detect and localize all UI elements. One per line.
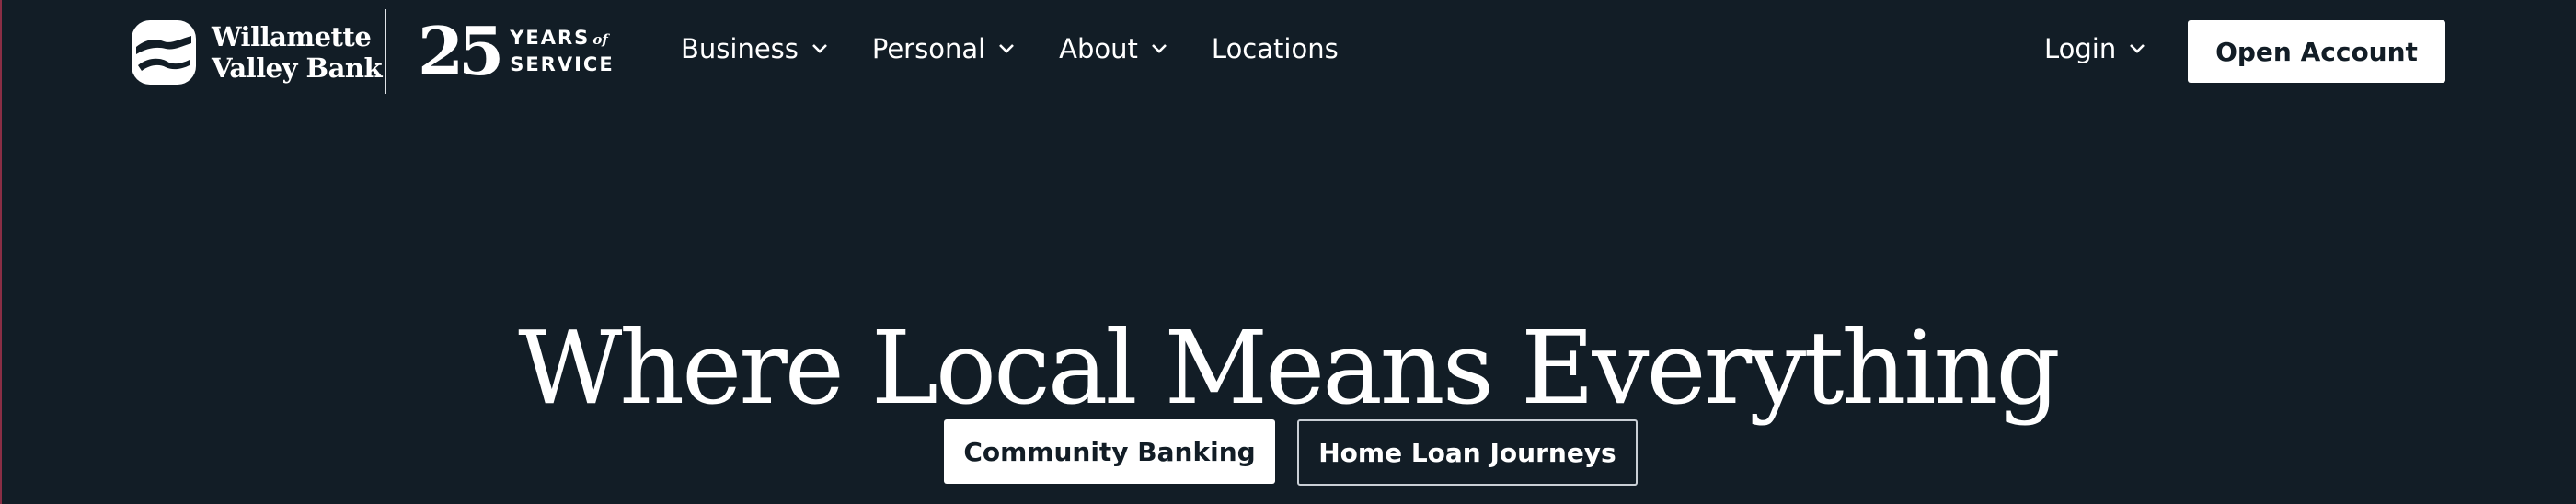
river-landscape-icon	[132, 20, 196, 85]
open-account-button[interactable]: Open Account	[2188, 20, 2445, 83]
nav-item-personal[interactable]: Personal	[872, 33, 1015, 64]
nav-item-label: About	[1059, 33, 1138, 64]
chevron-down-icon	[999, 44, 1015, 53]
home-loan-journeys-button[interactable]: Home Loan Journeys	[1297, 419, 1638, 486]
anniversary-line2: SERVICE	[510, 53, 615, 75]
anniversary-badge: 25 YEARS of SERVICE	[418, 17, 615, 86]
nav-item-label: Business	[681, 33, 799, 64]
login-label: Login	[2044, 33, 2117, 64]
site-header: Willamette Valley Bank 25 YEARS of SERVIC…	[0, 0, 2576, 101]
bank-name-line1: Willamette	[212, 21, 372, 52]
anniversary-text: YEARS of SERVICE	[510, 26, 614, 77]
nav-item-business[interactable]: Business	[681, 33, 828, 64]
nav-item-label: Locations	[1211, 33, 1339, 64]
bank-name: Willamette Valley Bank	[212, 21, 383, 84]
nav-item-locations[interactable]: Locations	[1212, 33, 1339, 64]
anniversary-line1: YEARS of	[510, 26, 614, 52]
community-banking-button[interactable]: Community Banking	[944, 419, 1275, 484]
nav-item-about[interactable]: About	[1059, 33, 1167, 64]
anniversary-years: YEARS	[510, 27, 591, 49]
hero-buttons: Community Banking Home Loan Journeys	[944, 419, 1638, 486]
nav-item-label: Personal	[871, 33, 986, 64]
chevron-down-icon	[2130, 44, 2145, 53]
chevron-down-icon	[811, 44, 827, 53]
login-dropdown[interactable]: Login	[2044, 28, 2145, 70]
anniversary-of: of	[592, 31, 608, 48]
bank-logo[interactable]: Willamette Valley Bank	[131, 18, 383, 86]
bank-name-line2: Valley Bank	[212, 52, 383, 84]
hero-title: Where Local Means Everything	[518, 308, 2061, 427]
logo-divider	[385, 9, 386, 94]
anniversary-number: 25	[418, 12, 504, 90]
main-nav: Business Personal About Locations	[681, 28, 1383, 70]
chevron-down-icon	[1152, 44, 1167, 53]
